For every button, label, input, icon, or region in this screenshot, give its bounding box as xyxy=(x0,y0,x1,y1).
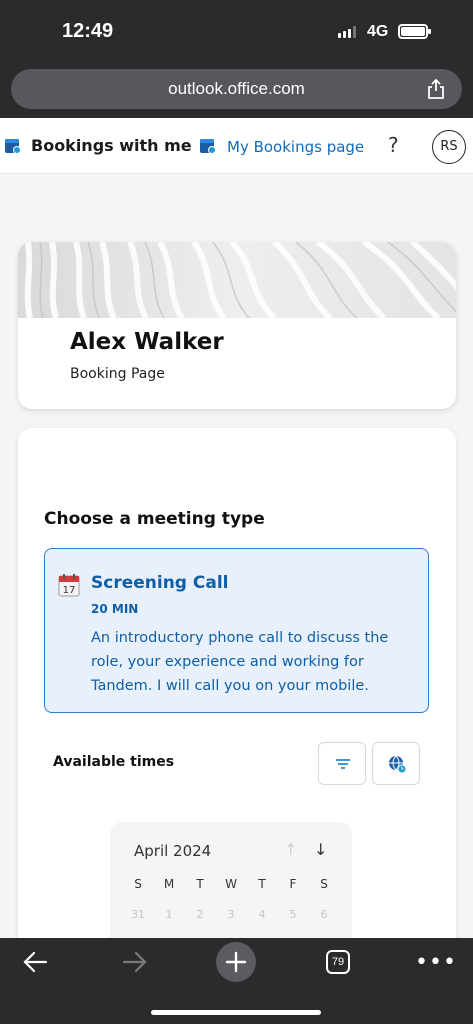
calendar-day: 1 xyxy=(165,908,173,921)
forward-arrow-icon[interactable] xyxy=(122,950,148,974)
filter-icon xyxy=(336,759,350,769)
browser-chrome-top: 12:49 4G outlook.office.com xyxy=(0,0,473,118)
avatar[interactable]: RS xyxy=(432,130,466,164)
profile-subtitle: Booking Page xyxy=(70,366,165,382)
share-icon[interactable] xyxy=(426,78,446,100)
tabs-count-button[interactable]: 79 xyxy=(326,950,350,974)
previous-month-arrow-icon[interactable]: ↑ xyxy=(284,840,297,859)
profile-card: Alex Walker Booking Page xyxy=(18,242,456,409)
address-bar[interactable]: outlook.office.com xyxy=(11,69,462,109)
weekday-label: T xyxy=(258,877,266,891)
weekday-label: W xyxy=(225,877,237,891)
globe-clock-icon xyxy=(389,755,407,774)
calendar-day: 4 xyxy=(258,908,266,921)
calendar-month: April 2024 xyxy=(134,842,212,860)
calendar-day: 3 xyxy=(227,908,235,921)
signal-icon xyxy=(338,26,356,38)
weekday-label: T xyxy=(196,877,204,891)
network-label: 4G xyxy=(367,23,389,40)
url-text: outlook.office.com xyxy=(168,79,305,98)
my-bookings-icon[interactable] xyxy=(199,137,217,155)
more-options-icon[interactable]: ••• xyxy=(415,950,457,975)
meeting-type-name: Screening Call xyxy=(91,573,229,593)
home-indicator xyxy=(151,1010,321,1015)
app-title: Bookings with me xyxy=(31,136,192,155)
meeting-type-card[interactable]: 17 Screening Call 20 MIN An introductory… xyxy=(44,548,429,713)
plus-icon xyxy=(225,951,247,973)
new-tab-button[interactable] xyxy=(216,942,256,982)
meeting-type-description: An introductory phone call to discuss th… xyxy=(91,630,389,694)
status-time: 12:49 xyxy=(62,20,114,42)
bookings-logo-icon xyxy=(5,139,21,154)
app-header: Bookings with me My Bookings page ? RS xyxy=(0,118,473,174)
calendar-day: 2 xyxy=(196,908,204,921)
help-button[interactable]: ? xyxy=(388,133,399,157)
timezone-button[interactable] xyxy=(372,742,420,785)
booking-panel: Choose a meeting type 17 Screening Call … xyxy=(18,428,456,948)
filter-button[interactable] xyxy=(318,742,366,785)
calendar-day: 31 xyxy=(131,908,145,921)
profile-name: Alex Walker xyxy=(70,329,224,355)
svg-text:17: 17 xyxy=(63,585,76,596)
meeting-type-duration: 20 MIN xyxy=(91,602,139,616)
my-bookings-link[interactable]: My Bookings page xyxy=(227,138,364,156)
meeting-type-heading: Choose a meeting type xyxy=(44,509,265,529)
calendar-icon: 17 xyxy=(58,574,80,597)
profile-banner-image xyxy=(18,242,456,318)
weekday-label: M xyxy=(163,877,175,891)
calendar-day: 6 xyxy=(320,908,328,921)
weekday-label: S xyxy=(134,877,142,891)
calendar-day: 5 xyxy=(289,908,297,921)
next-month-arrow-icon[interactable]: ↓ xyxy=(314,840,327,859)
battery-icon xyxy=(398,24,431,39)
back-arrow-icon[interactable] xyxy=(22,950,48,974)
weekday-label: F xyxy=(289,877,297,891)
weekday-label: S xyxy=(320,877,328,891)
calendar-panel: April 2024 ↑ ↓ S M T W T F S 31 1 2 3 4 … xyxy=(110,822,352,948)
available-times-label: Available times xyxy=(53,754,175,770)
